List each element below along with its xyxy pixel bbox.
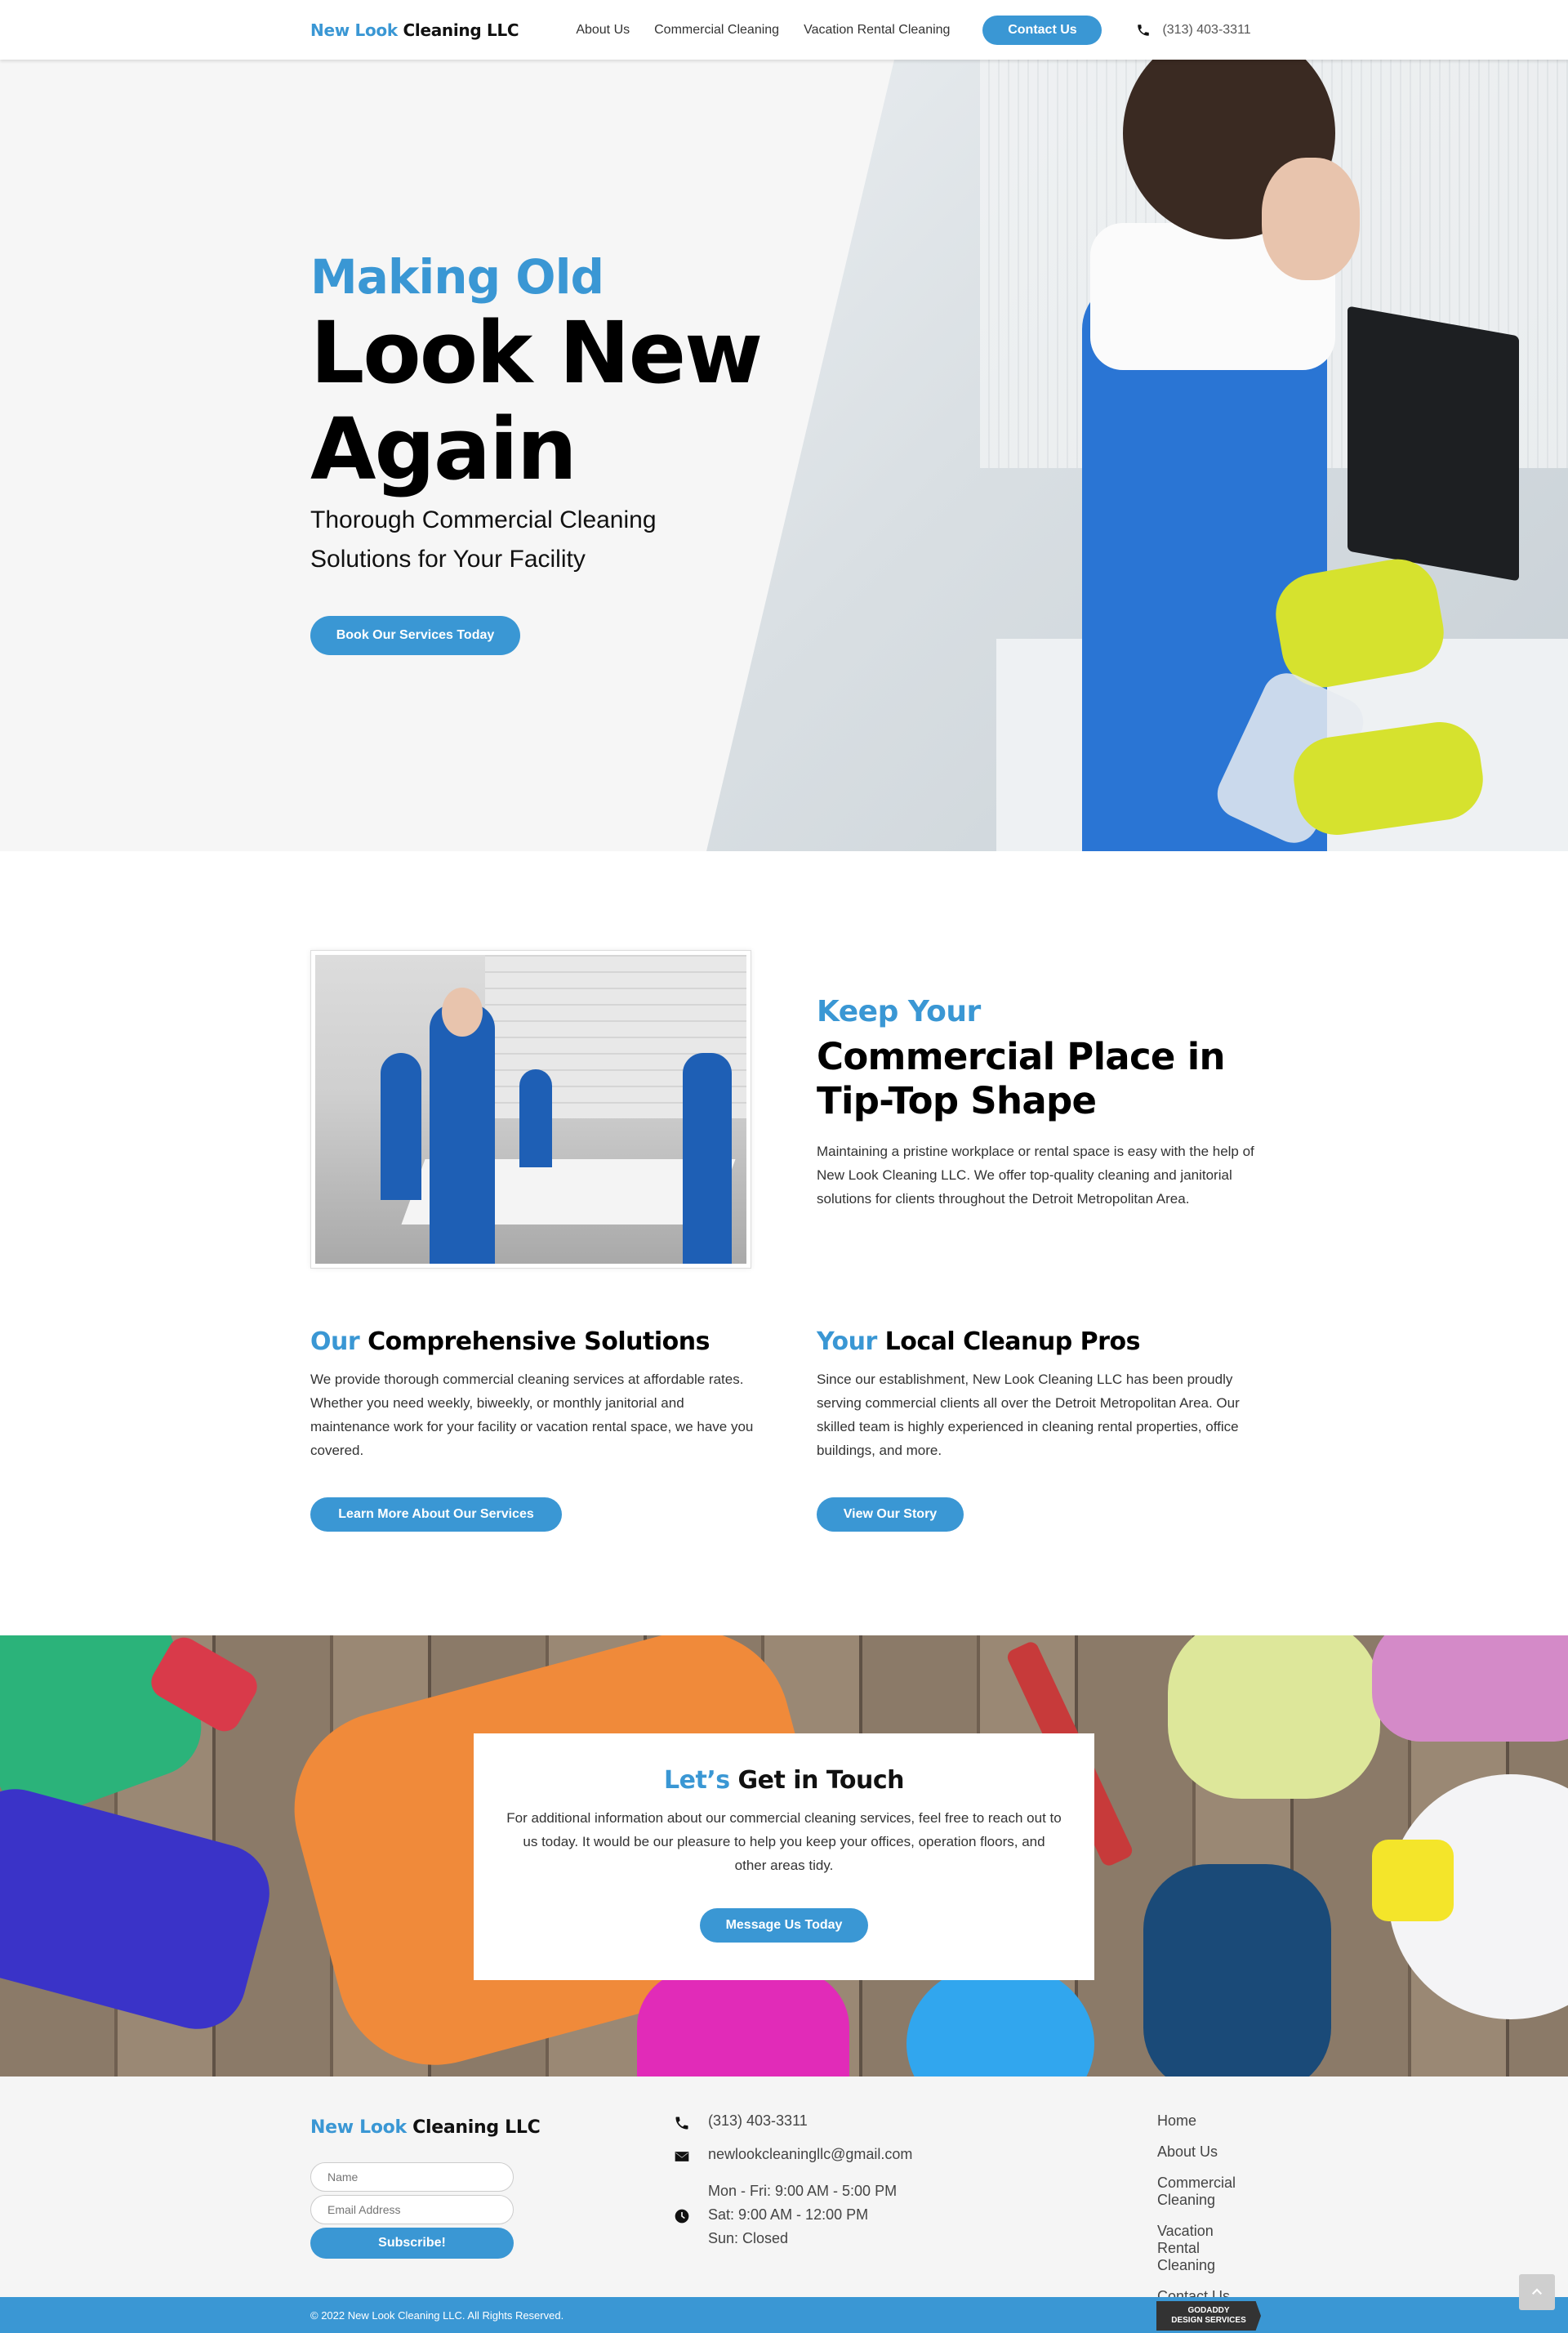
- view-our-story-button[interactable]: View Our Story: [817, 1497, 964, 1532]
- pros-block: Your Local Cleanup Pros Since our establ…: [817, 1327, 1262, 1532]
- phone-icon: [675, 2117, 688, 2130]
- pros-accent: Your: [817, 1327, 877, 1356]
- scroll-to-top-button[interactable]: [1519, 2274, 1555, 2310]
- header-phone[interactable]: (313) 403-3311: [1136, 22, 1251, 38]
- solutions-text: We provide thorough commercial cleaning …: [310, 1372, 754, 1458]
- hero-title: Look New Again: [310, 303, 763, 499]
- name-field[interactable]: [310, 2162, 514, 2192]
- about-section: Keep Your Commercial Place in Tip-Top Sh…: [0, 851, 1568, 1635]
- hours-weekday: Mon - Fri: 9:00 AM - 5:00 PM: [708, 2183, 898, 2199]
- team-photo: [310, 950, 751, 1269]
- footer-link-home[interactable]: Home: [1157, 2112, 1258, 2130]
- footer-phone[interactable]: (313) 403-3311: [708, 2112, 808, 2130]
- business-hours: Mon - Fri: 9:00 AM - 5:00 PM Sat: 9:00 A…: [708, 2179, 897, 2250]
- contact-accent: Let’s: [664, 1766, 730, 1795]
- footer-logo-text: Cleaning LLC: [406, 2117, 541, 2138]
- hero-section: Making Old Look New Again Thorough Comme…: [0, 60, 1568, 851]
- header-phone-number: (313) 403-3311: [1162, 22, 1251, 37]
- footer-logo-accent: New Look: [310, 2117, 407, 2138]
- footer-link-commercial-cleaning[interactable]: Commercial Cleaning: [1157, 2175, 1258, 2209]
- email-field[interactable]: [310, 2195, 514, 2224]
- nav-about-us[interactable]: About Us: [576, 23, 630, 38]
- contact-heading: Let’s Get in Touch: [474, 1766, 1094, 1795]
- solutions-heading: Our Comprehensive Solutions: [310, 1327, 755, 1356]
- copyright-text: © 2022 New Look Cleaning LLC. All Rights…: [310, 2309, 564, 2322]
- clock-icon: [675, 2209, 689, 2224]
- footer-nav: Home About Us Commercial Cleaning Vacati…: [1157, 2112, 1258, 2319]
- about-title: Commercial Place in Tip-Top Shape: [817, 1035, 1225, 1122]
- contact-title: Get in Touch: [729, 1766, 905, 1795]
- phone-icon: [1138, 24, 1150, 36]
- hours-sunday: Sun: Closed: [708, 2230, 789, 2246]
- contact-us-button[interactable]: Contact Us: [982, 15, 1102, 45]
- learn-more-services-button[interactable]: Learn More About Our Services: [310, 1497, 562, 1532]
- contact-band: Let’s Get in Touch For additional inform…: [0, 1635, 1568, 2077]
- subscribe-form: Subscribe!: [310, 2162, 514, 2259]
- pros-text: Since our establishment, New Look Cleani…: [817, 1372, 1240, 1458]
- nav-commercial-cleaning[interactable]: Commercial Cleaning: [654, 23, 779, 38]
- nav-vacation-rental-cleaning[interactable]: Vacation Rental Cleaning: [804, 23, 950, 38]
- hero-description: Thorough Commercial Cleaning Solutions f…: [310, 506, 657, 573]
- solutions-block: Our Comprehensive Solutions We provide t…: [310, 1327, 755, 1532]
- footer-email[interactable]: newlookcleaningllc@gmail.com: [708, 2146, 912, 2163]
- chevron-up-icon: [1531, 2288, 1543, 2295]
- badge-line1: GODADDY: [1187, 2306, 1230, 2315]
- about-text: Maintaining a pristine workplace or rent…: [817, 1144, 1254, 1207]
- hero-subtitle: Making Old: [310, 249, 604, 305]
- main-nav: About Us Commercial Cleaning Vacation Re…: [576, 23, 974, 38]
- pros-heading: Your Local Cleanup Pros: [817, 1327, 1262, 1356]
- footer-logo[interactable]: New Look Cleaning LLC: [310, 2117, 541, 2138]
- contact-card: Let’s Get in Touch For additional inform…: [474, 1733, 1094, 1980]
- footer-link-vacation-rental-cleaning[interactable]: Vacation Rental Cleaning: [1157, 2223, 1258, 2274]
- logo-accent: New Look: [310, 20, 398, 40]
- godaddy-badge[interactable]: GODADDY DESIGN SERVICES: [1156, 2301, 1261, 2331]
- solutions-title: Comprehensive Solutions: [359, 1327, 710, 1356]
- book-services-button[interactable]: Book Our Services Today: [310, 616, 520, 655]
- site-header: New Look Cleaning LLC About Us Commercia…: [0, 0, 1568, 60]
- site-logo[interactable]: New Look Cleaning LLC: [310, 20, 519, 40]
- logo-text: Cleaning LLC: [397, 20, 519, 40]
- hours-saturday: Sat: 9:00 AM - 12:00 PM: [708, 2206, 869, 2223]
- contact-text: For additional information about our com…: [506, 1810, 1062, 1873]
- message-us-button[interactable]: Message Us Today: [700, 1908, 868, 1943]
- solutions-accent: Our: [310, 1327, 360, 1356]
- subscribe-button[interactable]: Subscribe!: [310, 2228, 514, 2259]
- about-subtitle: Keep Your: [817, 995, 981, 1028]
- footer-contact-info: (313) 403-3311 newlookcleaningllc@gmail.…: [674, 2112, 912, 2265]
- footer-link-about-us[interactable]: About Us: [1157, 2143, 1258, 2161]
- site-footer: New Look Cleaning LLC Subscribe! (313) 4…: [0, 2077, 1568, 2333]
- pros-title: Local Cleanup Pros: [876, 1327, 1141, 1356]
- copyright-bar: © 2022 New Look Cleaning LLC. All Rights…: [0, 2274, 1568, 2333]
- badge-line2: DESIGN SERVICES: [1171, 2316, 1246, 2325]
- envelope-icon: [675, 2152, 689, 2161]
